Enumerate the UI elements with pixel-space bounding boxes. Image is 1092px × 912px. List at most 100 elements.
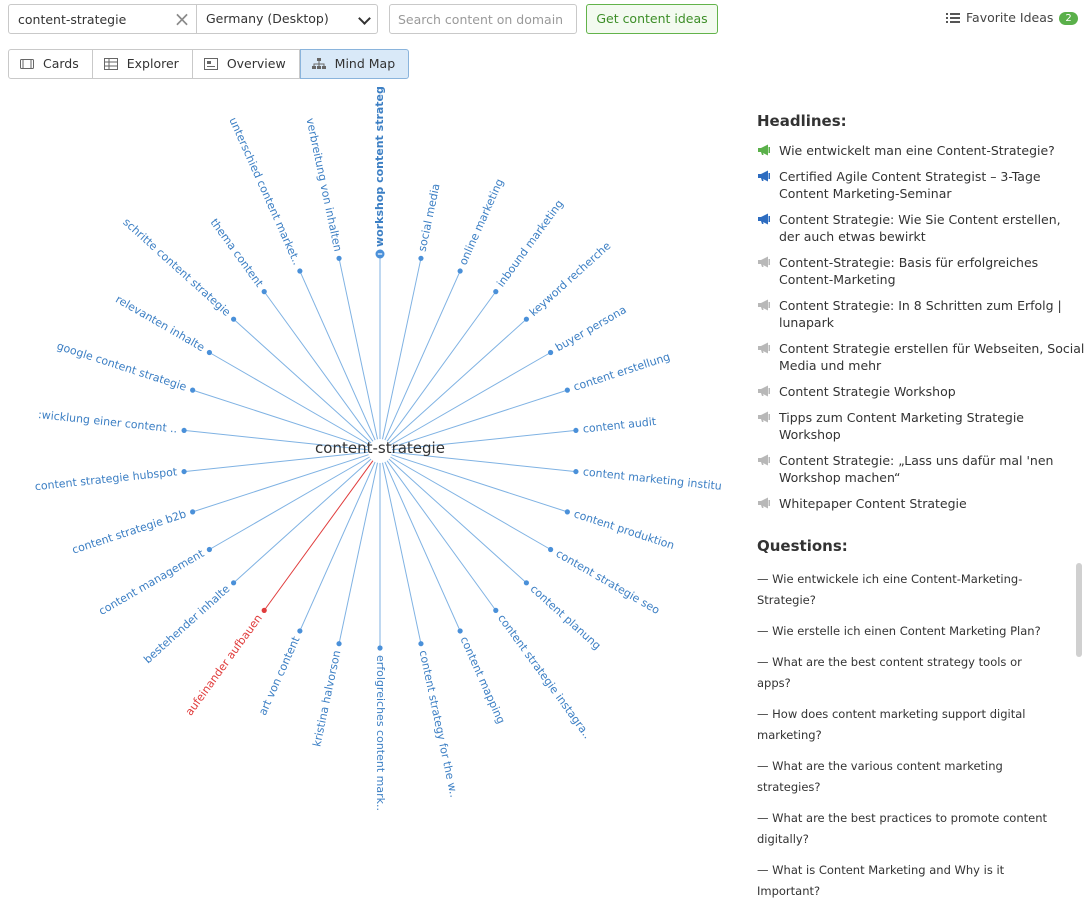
mind-map-link: [338, 462, 378, 644]
headline-item[interactable]: Whitepaper Content Strategie: [757, 495, 1085, 512]
megaphone-blue-icon: [758, 213, 770, 225]
mind-map-node-label[interactable]: content produktion: [572, 507, 676, 552]
mind-map-node-dot[interactable]: [523, 316, 529, 322]
mind-map-node-dot[interactable]: [206, 546, 212, 553]
mind-map-node-dot[interactable]: [457, 628, 463, 634]
mind-map-node-label[interactable]: social media: [416, 182, 443, 252]
headline-item[interactable]: Content Strategie: „Lass uns dafür mal '…: [757, 452, 1085, 486]
headline-text: Content Strategie erstellen für Webseite…: [779, 341, 1085, 373]
headline-item[interactable]: Wie entwickelt man eine Content-Strategi…: [757, 142, 1085, 159]
mind-map-node-dot[interactable]: [523, 580, 529, 586]
headline-item[interactable]: Content Strategie: In 8 Schritten zum Er…: [757, 297, 1085, 331]
mind-map-node-label[interactable]: content marketing institu: [582, 465, 722, 493]
mind-map-node-label[interactable]: keyword recherche: [527, 239, 614, 319]
mind-map-node-label[interactable]: content strategy for the w..: [417, 649, 461, 799]
tab-mind-map[interactable]: Mind Map: [299, 49, 410, 79]
mind-map-node-label[interactable]: bestehender inhalte: [141, 582, 232, 666]
mind-map-node-label[interactable]: content audit: [582, 415, 657, 436]
mind-map-node-label[interactable]: inbound marketing: [494, 198, 566, 290]
megaphone-gray-icon: [758, 411, 770, 423]
mind-map-node-label[interactable]: content mapping: [457, 635, 507, 726]
headline-item[interactable]: Certified Agile Content Strategist – 3-T…: [757, 168, 1085, 202]
mind-map-node-dot[interactable]: [493, 289, 499, 295]
domain-search-input[interactable]: [389, 4, 577, 34]
chevron-down-icon: [358, 12, 371, 25]
tab-explorer[interactable]: Explorer: [92, 49, 193, 79]
mind-map-node-dot[interactable]: [261, 607, 267, 613]
mind-map-node-dot[interactable]: [564, 387, 570, 393]
mind-map-link: [382, 462, 422, 644]
mind-map-node-label[interactable]: thema content: [208, 216, 267, 290]
mind-map-node-dot[interactable]: [181, 427, 187, 434]
mind-map-node-dot[interactable]: [190, 387, 196, 393]
mind-map-node-dot[interactable]: [418, 255, 424, 261]
mind-map-node-dot[interactable]: [181, 468, 187, 475]
mind-map-node-dot[interactable]: [457, 268, 463, 274]
tab-label: Overview: [226, 56, 286, 71]
mind-map-node-dot[interactable]: [493, 607, 499, 613]
question-item[interactable]: — What is Content Marketing and Why is i…: [757, 860, 1057, 902]
mind-map-node-label[interactable]: aufeinander aufbauen: [183, 612, 265, 718]
mind-map-node-label[interactable]: buyer persona: [553, 303, 629, 354]
mind-map-node-label[interactable]: kristina halvorson: [310, 649, 343, 748]
mind-map-link: [338, 258, 378, 440]
question-item[interactable]: — What are the best content strategy too…: [757, 652, 1057, 694]
mind-map-node-dot[interactable]: [548, 546, 554, 553]
get-content-ideas-button[interactable]: Get content ideas: [586, 4, 718, 34]
mind-map-node-dot[interactable]: [336, 641, 342, 647]
question-item[interactable]: — What are the various content marketing…: [757, 756, 1057, 798]
list-icon: [946, 12, 960, 23]
database-select[interactable]: Germany (Desktop): [197, 5, 377, 33]
topic-search-input[interactable]: [9, 5, 195, 33]
question-item[interactable]: — How does content marketing support dig…: [757, 704, 1057, 746]
favorite-ideas-button[interactable]: Favorite Ideas 2: [946, 10, 1078, 28]
mind-map-node-label[interactable]: google content strategie: [55, 339, 188, 393]
mind-map-node-dot[interactable]: [297, 268, 303, 274]
mind-map-node-dot[interactable]: [261, 289, 267, 295]
mind-map-node-label[interactable]: content erstellung: [572, 350, 672, 394]
mind-map-node-dot[interactable]: [377, 645, 383, 651]
question-list: — Wie entwickele ich eine Content-Market…: [757, 569, 1057, 912]
mind-map-node-label[interactable]: verbreitung von inhalten: [303, 117, 344, 253]
headline-item[interactable]: Content Strategie: Wie Sie Content erste…: [757, 211, 1085, 245]
mind-map: content-strategie workshop content strat…: [34, 86, 722, 811]
headline-item[interactable]: Content Strategie Workshop: [757, 383, 1085, 400]
mind-map-node-label[interactable]: content strategie b2b: [70, 507, 187, 556]
mind-map-node-label[interactable]: content management: [97, 547, 207, 618]
mind-map-node-dot[interactable]: [573, 427, 579, 434]
favorite-ideas-label: Favorite Ideas: [966, 10, 1054, 25]
mind-map-node-label[interactable]: online marketing: [457, 177, 507, 267]
mind-map-node-dot[interactable]: [573, 468, 579, 475]
mind-map-link: [233, 318, 372, 444]
mind-map-node-dot[interactable]: [190, 509, 196, 515]
mind-map-node-dot[interactable]: [206, 349, 212, 356]
clear-icon[interactable]: ×: [173, 9, 191, 29]
mind-map-node-label[interactable]: content strategie seo: [554, 547, 663, 617]
mind-map-node-dot[interactable]: [231, 580, 237, 586]
headline-item[interactable]: Content-Strategie: Basis für erfolgreich…: [757, 254, 1085, 288]
mind-map-node-label[interactable]: relevanten inhalte: [113, 293, 207, 355]
mind-map-node-label[interactable]: content planung: [528, 582, 604, 652]
mind-map-node-label[interactable]: content strategie hubspot: [34, 465, 178, 493]
mind-map-node-label[interactable]: workshop content strategie: [373, 86, 386, 247]
mind-map-node-dot[interactable]: [297, 628, 303, 634]
question-item[interactable]: — Wie entwickele ich eine Content-Market…: [757, 569, 1057, 611]
mind-map-node-label[interactable]: erfolgreiches content mark..: [374, 655, 387, 811]
headline-item[interactable]: Content Strategie erstellen für Webseite…: [757, 340, 1085, 374]
question-item[interactable]: — What are the best practices to promote…: [757, 808, 1057, 850]
mind-map-node-dot[interactable]: [418, 641, 424, 647]
headline-item[interactable]: Tipps zum Content Marketing Strategie Wo…: [757, 409, 1085, 443]
tab-overview[interactable]: Overview: [192, 49, 300, 79]
tab-cards[interactable]: Cards: [8, 49, 93, 79]
mind-map-node-label[interactable]: :wicklung einer content ..: [37, 408, 177, 436]
mind-map-node-label[interactable]: art von content: [256, 634, 303, 717]
mind-map-node-dot[interactable]: [548, 349, 554, 356]
table-icon: [103, 58, 118, 70]
scrollbar[interactable]: [1076, 563, 1082, 657]
headline-list: Wie entwickelt man eine Content-Strategi…: [757, 142, 1085, 521]
mind-map-node-dot[interactable]: [564, 509, 570, 515]
mind-map-node-dot[interactable]: [336, 255, 342, 261]
search-box: × Germany (Desktop): [8, 4, 378, 34]
mind-map-node-dot[interactable]: [231, 316, 237, 322]
question-item[interactable]: — Wie erstelle ich einen Content Marketi…: [757, 621, 1057, 642]
